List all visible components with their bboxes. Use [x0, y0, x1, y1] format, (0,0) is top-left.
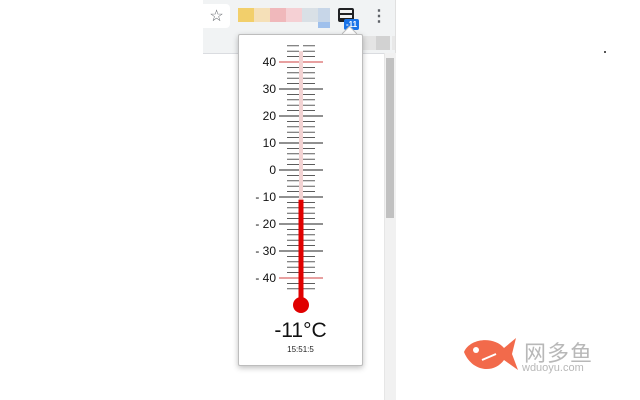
browser-menu-icon[interactable]: ⋮ — [369, 6, 389, 28]
scale-label: - 30 — [255, 244, 276, 258]
extension-icon-7[interactable] — [318, 22, 330, 28]
fish-eye — [473, 347, 479, 353]
tube-background — [299, 51, 303, 200]
scale-label: 0 — [269, 163, 276, 177]
extension-icon-2[interactable] — [254, 8, 270, 22]
fish-body — [464, 338, 518, 370]
extension-icon-1[interactable] — [238, 8, 254, 22]
extension-icon-4[interactable] — [286, 8, 302, 22]
thermometer-popup: 40 30 20 10 0 - 10 - 20 - 30 - 40 -11°C 15:51:5 — [238, 34, 363, 366]
extension-icon-3[interactable] — [270, 8, 286, 22]
thermometer-extension-button[interactable]: -11 — [336, 6, 360, 30]
extension-icon-6[interactable] — [318, 8, 330, 22]
tab-block-2 — [376, 36, 390, 50]
scale-label: - 40 — [255, 271, 276, 285]
reading-time: 15:51:5 — [287, 345, 314, 354]
mercury-column — [298, 199, 304, 303]
page-dot — [604, 51, 606, 53]
tab-block-1 — [362, 36, 376, 50]
page-left-area — [0, 0, 203, 400]
scale-label: 10 — [263, 136, 277, 150]
bookmark-star-icon[interactable]: ☆ — [203, 4, 230, 28]
star-glyph: ☆ — [209, 8, 224, 25]
extension-icon-5[interactable] — [302, 8, 318, 22]
thermometer-graphic: 40 30 20 10 0 - 10 - 20 - 30 - 40 — [255, 45, 323, 313]
scale-label: 20 — [263, 109, 277, 123]
scale-label: 40 — [263, 55, 277, 69]
scale-label: - 10 — [255, 190, 276, 204]
temperature-value: -11°C — [274, 319, 327, 342]
thermometer-bulb — [293, 297, 309, 313]
scale-label: 30 — [263, 82, 277, 96]
watermark-url: wduoyu.com — [522, 362, 584, 374]
scale-label: - 20 — [255, 217, 276, 231]
scrollbar-thumb[interactable] — [386, 58, 394, 218]
